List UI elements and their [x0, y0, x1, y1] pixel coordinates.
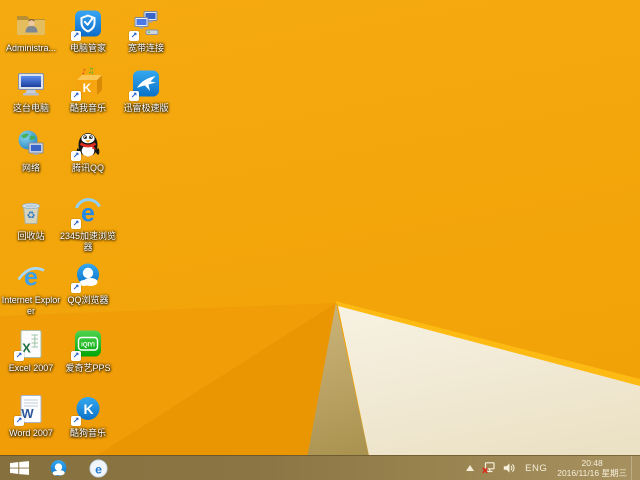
administrator-folder-icon — [14, 7, 48, 41]
volume-tray[interactable] — [499, 456, 519, 480]
shortcut-arrow-icon: ↗ — [71, 219, 81, 229]
desktop-icon-administrator[interactable]: Administra... — [0, 7, 62, 54]
icon-label: Administra... — [5, 43, 56, 53]
icon-label: 宽带连接 — [127, 43, 164, 53]
network-disconnected-icon — [482, 462, 495, 474]
icon-label: 电脑管家 — [69, 43, 106, 53]
broadband-connection-icon: ↗ — [129, 7, 163, 41]
icon-label: 酷我音乐 — [69, 103, 106, 113]
icon-label: 回收站 — [17, 231, 45, 241]
icon-label: 2345加速浏览器 — [59, 231, 117, 252]
desktop-icon-qq[interactable]: ↗ 腾讯QQ — [57, 127, 119, 174]
taskbar: e ENG 20:48 2016/11/16 星期三 — [0, 455, 640, 480]
desktop-icon-iqiyi[interactable]: iQIYI ↗ 爱奇艺PPS — [57, 327, 119, 374]
svg-text:K: K — [83, 81, 92, 95]
shortcut-arrow-icon: ↗ — [71, 283, 81, 293]
shortcut-arrow-icon: ↗ — [71, 91, 81, 101]
shortcut-arrow-icon: ↗ — [14, 416, 24, 426]
show-hidden-icons-button[interactable] — [462, 456, 478, 480]
shortcut-arrow-icon: ↗ — [129, 31, 139, 41]
svg-text:e: e — [24, 264, 38, 292]
clock-date: 2016/11/16 星期三 — [557, 468, 627, 478]
start-button[interactable] — [0, 456, 38, 480]
svg-text:♪: ♪ — [82, 67, 87, 76]
windows-logo-icon — [9, 461, 29, 475]
iqiyi-pps-icon: iQIYI ↗ — [71, 327, 105, 361]
taskbar-qq-browser-button[interactable] — [38, 456, 78, 480]
desktop-icon-pc-manager[interactable]: ↗ 电脑管家 — [57, 7, 119, 54]
icon-label: 迅雷极速版 — [123, 103, 169, 113]
xunlei-bird-icon: ↗ — [129, 67, 163, 101]
icon-label: Word 2007 — [9, 428, 53, 438]
svg-text:K: K — [83, 401, 93, 417]
desktop-icon-network[interactable]: 网络 — [0, 127, 62, 174]
desktop-icon-broadband[interactable]: ↗ 宽带连接 — [115, 7, 177, 54]
shortcut-arrow-icon: ↗ — [71, 351, 81, 361]
network-globe-icon — [14, 127, 48, 161]
desktop-icon-kugou[interactable]: K ↗ 酷狗音乐 — [57, 392, 119, 439]
svg-text:e: e — [81, 200, 95, 228]
icon-label: QQ浏览器 — [67, 295, 109, 305]
desktop-icon-xunlei[interactable]: ↗ 迅雷极速版 — [115, 67, 177, 114]
qq-penguin-icon: ↗ — [71, 127, 105, 161]
desktop-icon-2345-browser[interactable]: e ↗ 2345加速浏览器 — [57, 195, 119, 253]
shortcut-arrow-icon: ↗ — [129, 91, 139, 101]
icon-label: Excel 2007 — [8, 363, 54, 373]
show-desktop-button[interactable] — [631, 455, 635, 480]
shortcut-arrow-icon: ↗ — [71, 151, 81, 161]
taskbar-browser-e-button[interactable]: e — [78, 456, 118, 480]
excel-2007-icon: X ↗ — [14, 327, 48, 361]
system-tray: ENG 20:48 2016/11/16 星期三 — [462, 455, 640, 480]
icon-label: 腾讯QQ — [71, 163, 104, 173]
kuwo-music-icon: K ♪ ♫ ↗ — [71, 67, 105, 101]
svg-text:♻: ♻ — [27, 211, 36, 222]
icon-label: 酷狗音乐 — [69, 428, 106, 438]
qq-browser-taskbar-icon — [50, 459, 66, 476]
2345-browser-e-icon: e ↗ — [71, 195, 105, 229]
kugou-music-icon: K ↗ — [71, 392, 105, 426]
desktop-icon-excel[interactable]: X ↗ Excel 2007 — [0, 327, 62, 374]
icon-label: 网络 — [21, 163, 40, 173]
desktop: Administra... ↗ 电脑管家 ↗ 宽带连接 这台电脑 K ♪ ♫ ↗… — [0, 0, 640, 480]
desktop-icon-internet-explorer[interactable]: e Internet Explorer — [0, 259, 62, 317]
svg-text:iQIYI: iQIYI — [81, 343, 95, 349]
recycle-bin-icon: ♻ — [14, 195, 48, 229]
internet-explorer-icon: e — [14, 259, 48, 293]
desktop-icon-this-pc[interactable]: 这台电脑 — [0, 67, 62, 114]
icon-label: 这台电脑 — [12, 103, 49, 113]
desktop-icon-recycle-bin[interactable]: ♻ 回收站 — [0, 195, 62, 242]
desktop-icon-qq-browser[interactable]: ↗ QQ浏览器 — [57, 259, 119, 306]
desktop-icon-word[interactable]: W ↗ Word 2007 — [0, 392, 62, 439]
language-indicator[interactable]: ENG — [519, 463, 553, 474]
word-2007-icon: W ↗ — [14, 392, 48, 426]
svg-text:♫: ♫ — [88, 67, 95, 75]
network-status-tray[interactable] — [478, 456, 499, 480]
desktop-icon-kuwo[interactable]: K ♪ ♫ ↗ 酷我音乐 — [57, 67, 119, 114]
browser-e-taskbar-icon: e — [88, 458, 108, 478]
icon-label: Internet Explorer — [1, 295, 61, 316]
icon-label: 爱奇艺PPS — [65, 363, 111, 373]
pc-manager-icon: ↗ — [71, 7, 105, 41]
speaker-icon — [503, 463, 515, 473]
shortcut-arrow-icon: ↗ — [14, 351, 24, 361]
taskbar-clock[interactable]: 20:48 2016/11/16 星期三 — [553, 458, 631, 479]
shortcut-arrow-icon: ↗ — [71, 31, 81, 41]
shortcut-arrow-icon: ↗ — [71, 416, 81, 426]
this-pc-icon — [14, 67, 48, 101]
clock-time: 20:48 — [581, 457, 603, 468]
qq-browser-icon: ↗ — [71, 259, 105, 293]
chevron-up-icon — [466, 465, 475, 471]
svg-text:e: e — [95, 462, 102, 476]
